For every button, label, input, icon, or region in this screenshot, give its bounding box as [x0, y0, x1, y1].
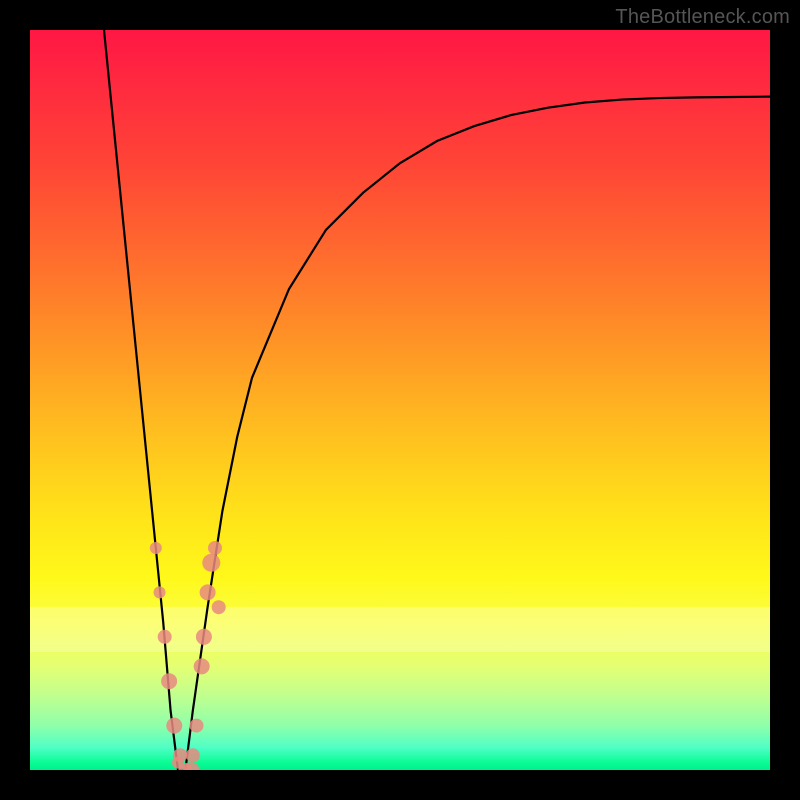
marker-dot	[161, 673, 177, 689]
plot-area	[30, 30, 770, 770]
marker-dot	[194, 658, 210, 674]
marker-dot	[150, 542, 162, 554]
marker-dot	[166, 718, 182, 734]
curve-layer	[30, 30, 770, 770]
marker-dot	[158, 630, 172, 644]
marker-dot	[208, 541, 222, 555]
marker-dot	[196, 629, 212, 645]
marker-dot	[186, 748, 200, 762]
marker-dot	[190, 719, 204, 733]
marker-dot	[202, 554, 220, 572]
marker-dot	[172, 757, 184, 769]
marker-dot	[154, 586, 166, 598]
marker-dot	[212, 600, 226, 614]
watermark-text: TheBottleneck.com	[615, 6, 790, 29]
marker-dot	[200, 584, 216, 600]
chart-frame: TheBottleneck.com	[0, 0, 800, 800]
marker-dots	[150, 541, 226, 770]
